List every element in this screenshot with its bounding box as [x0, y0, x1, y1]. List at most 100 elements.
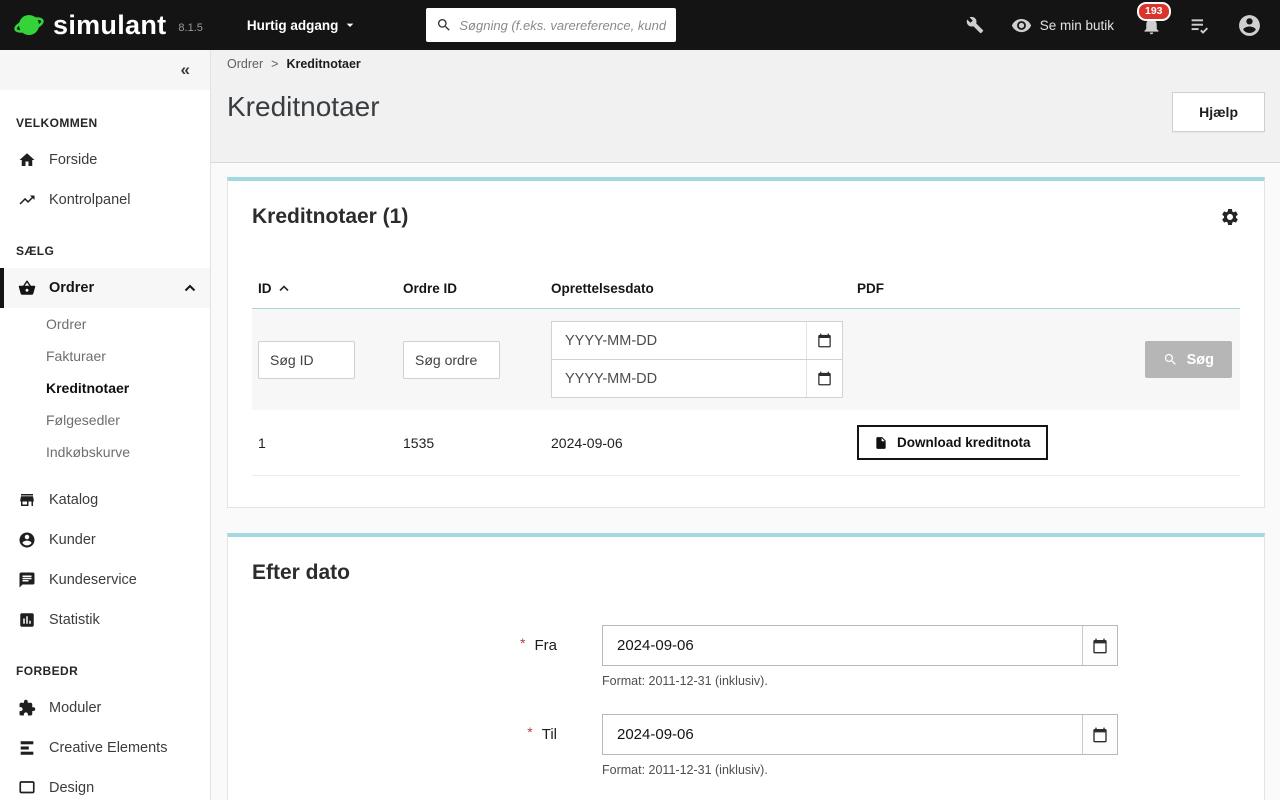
sidebar-item-label: Statistik	[49, 612, 100, 628]
credit-slips-panel: Kreditnotaer (1) ID Ordre ID Oprettelses…	[227, 177, 1265, 508]
panel-title: Efter dato	[252, 561, 351, 584]
sidebar-item-label: Kontrolpanel	[49, 192, 131, 208]
notification-badge: 193	[1137, 1, 1171, 21]
sort-asc-icon	[278, 285, 289, 292]
sidebar-item-kontrolpanel[interactable]: Kontrolpanel	[0, 180, 210, 220]
sidebar-section-saelg: SÆLG	[16, 244, 55, 258]
collapse-sidebar-icon[interactable]: «	[181, 60, 190, 80]
from-date-input[interactable]	[603, 626, 1082, 665]
sidebar-nav: VELKOMMEN Forside Kontrolpanel SÆLG Ordr…	[0, 90, 210, 800]
sidebar-subitem-kreditnotaer[interactable]: Kreditnotaer	[0, 372, 210, 404]
breadcrumb-current: Kreditnotaer	[286, 57, 361, 71]
sidebar-item-label: Creative Elements	[49, 740, 168, 756]
to-label: * Til	[527, 724, 557, 743]
sidebar-subitem-folgesedler[interactable]: Følgesedler	[0, 404, 210, 436]
sidebar-item-statistik[interactable]: Statistik	[0, 600, 210, 640]
sidebar-item-label: Moduler	[49, 700, 102, 716]
breadcrumb-separator: >	[271, 57, 279, 71]
sidebar-item-label: Kundeservice	[49, 572, 137, 588]
download-credit-slip-button[interactable]: Download kreditnota	[857, 425, 1048, 460]
filter-date-from-input[interactable]	[552, 322, 806, 359]
sidebar-subitem-ordrer[interactable]: Ordrer	[0, 308, 210, 340]
trending-up-icon	[18, 191, 36, 209]
sidebar-item-katalog[interactable]: Katalog	[0, 480, 210, 520]
search-icon	[436, 17, 452, 33]
breadcrumb-parent[interactable]: Ordrer	[227, 57, 263, 71]
panel-title: Kreditnotaer (1)	[252, 205, 409, 228]
filter-date-to-input[interactable]	[552, 360, 806, 397]
version-label: 8.1.5	[178, 22, 203, 34]
required-marker: *	[527, 724, 533, 740]
wrench-icon[interactable]	[966, 16, 984, 34]
puzzle-icon	[18, 699, 36, 717]
list-check-icon[interactable]	[1189, 15, 1210, 36]
filter-date-to-group	[551, 359, 843, 398]
sidebar-subitem-label: Kreditnotaer	[46, 380, 130, 396]
gear-icon[interactable]	[1220, 207, 1240, 227]
breadcrumb: Ordrer > Kreditnotaer	[227, 57, 1265, 71]
sidebar-subitem-label: Følgesedler	[46, 412, 120, 428]
filter-order-input[interactable]	[403, 340, 500, 379]
brand-logo[interactable]: simulant	[0, 10, 166, 41]
sidebar-item-moduler[interactable]: Moduler	[0, 688, 210, 728]
user-circle-icon	[18, 531, 36, 549]
credit-slips-table: ID Ordre ID Oprettelsesdato PDF Søg ID S…	[252, 273, 1240, 476]
topbar: simulant 8.1.5 Hurtig adgang Se min buti…	[0, 0, 1280, 50]
user-avatar-icon[interactable]	[1237, 13, 1262, 38]
sidebar-item-creative-elements[interactable]: Creative Elements	[0, 728, 210, 768]
quick-access-menu[interactable]: Hurtig adgang	[247, 17, 359, 33]
to-format-hint: Format: 2011-12-31 (inklusiv).	[602, 763, 768, 777]
cell-id: 1	[252, 410, 397, 476]
help-button[interactable]: Hjælp	[1172, 92, 1265, 132]
sidebar-subitem-label: Fakturaer	[46, 348, 106, 364]
cell-order-id: 1535	[397, 410, 545, 476]
column-header-date[interactable]: Oprettelsesdato	[545, 273, 851, 309]
quick-access-label: Hurtig adgang	[246, 17, 339, 33]
sidebar-item-ordrer[interactable]: Ordrer	[0, 268, 210, 308]
to-date-input[interactable]	[603, 715, 1082, 754]
table-row: 1 1535 2024-09-06 Download kreditnota	[252, 410, 1240, 476]
by-date-panel: Efter dato *Fra Format: 2011-12-31 (inkl…	[227, 533, 1265, 800]
page-header: Ordrer > Kreditnotaer Kreditnotaer Hjælp	[211, 50, 1280, 163]
store-icon	[18, 491, 36, 509]
cell-date: 2024-09-06	[545, 410, 851, 476]
sidebar-collapse-row: «	[0, 50, 210, 90]
search-submit-button[interactable]: Søg	[1144, 341, 1232, 378]
sidebar-subitem-fakturaer[interactable]: Fakturaer	[0, 340, 210, 372]
sidebar-item-forside[interactable]: Forside	[0, 140, 210, 180]
chevron-up-icon	[184, 284, 196, 292]
sidebar-item-kundeservice[interactable]: Kundeservice	[0, 560, 210, 600]
calendar-icon[interactable]	[1082, 715, 1117, 754]
calendar-icon[interactable]	[1082, 626, 1117, 665]
planet-logo-icon	[14, 10, 44, 40]
main-area: Ordrer > Kreditnotaer Kreditnotaer Hjælp…	[211, 50, 1280, 800]
sidebar-subitem-indkobskurve[interactable]: Indkøbskurve	[0, 436, 210, 468]
sidebar-item-label: Forside	[49, 152, 98, 168]
home-icon	[18, 151, 36, 169]
search-icon	[1163, 352, 1178, 367]
notifications-button[interactable]: 193	[1137, 1, 1171, 36]
chat-icon	[18, 571, 36, 589]
shopping-basket-icon	[18, 279, 36, 297]
view-shop-link[interactable]: Se min butik	[1011, 15, 1114, 36]
from-label: * Fra	[520, 635, 557, 654]
sidebar-item-design[interactable]: Design	[0, 768, 210, 800]
from-date-group	[602, 625, 1118, 666]
global-search	[426, 8, 677, 42]
brand-name: simulant	[53, 9, 167, 40]
column-header-pdf: PDF	[851, 273, 1240, 309]
form-row-to: * Til	[252, 714, 1240, 755]
sidebar-item-label: Katalog	[49, 492, 99, 508]
filter-id-input[interactable]	[258, 340, 355, 379]
column-header-order-id[interactable]: Ordre ID	[397, 273, 545, 309]
search-input[interactable]	[459, 17, 667, 33]
topbar-actions: Se min butik 193	[966, 1, 1262, 38]
sidebar: « VELKOMMEN Forside Kontrolpanel SÆLG Or…	[0, 50, 211, 800]
calendar-icon[interactable]	[806, 360, 842, 397]
sidebar-section-forbedr: FORBEDR	[16, 664, 79, 678]
sidebar-item-kunder[interactable]: Kunder	[0, 520, 210, 560]
column-header-id[interactable]: ID	[252, 273, 397, 309]
sidebar-section-velkommen: VELKOMMEN	[16, 116, 98, 130]
sidebar-subitem-label: Ordrer	[46, 316, 87, 332]
calendar-icon[interactable]	[806, 322, 842, 359]
